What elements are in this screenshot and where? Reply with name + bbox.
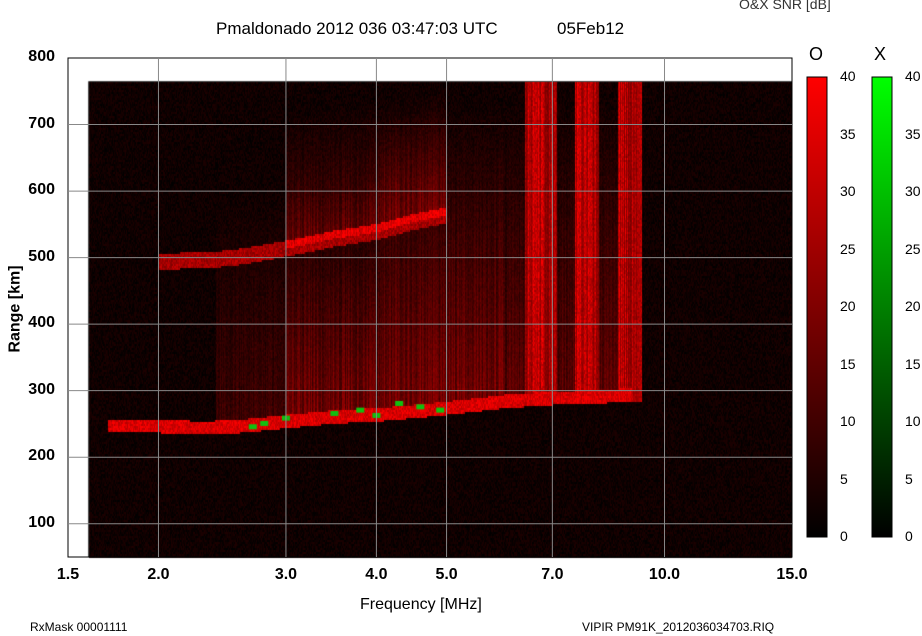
rxmask-label: RxMask 00001111 [30, 620, 128, 634]
colorbar-tick-label: 35 [905, 125, 921, 142]
colorbar-tick-label: 40 [840, 68, 856, 84]
x-tick-label: 5.0 [435, 566, 458, 583]
x-tick-label: 2.0 [147, 566, 170, 583]
x-tick-label: 10.0 [648, 566, 681, 583]
colorbar-tick-label: 5 [840, 470, 848, 487]
chart-date: 05Feb12 [557, 19, 625, 38]
colorbar-x [871, 76, 893, 538]
x-tick-label: 7.0 [541, 566, 564, 583]
colorbar-tick-label: 15 [905, 355, 921, 372]
colorbar-tick-label: 25 [840, 240, 856, 257]
x-axis-label: Frequency [MHz] [360, 596, 482, 613]
y-tick-label: 600 [28, 181, 55, 199]
chart-title: Pmaldonado 2012 036 03:47:03 UTC [216, 19, 498, 38]
y-tick-label: 300 [28, 380, 55, 398]
y-tick-label: 500 [28, 247, 55, 265]
x-tick-label: 4.0 [365, 566, 388, 583]
colorbar-tick-label: 15 [840, 355, 856, 372]
colorbar-tick-label: 0 [905, 528, 913, 544]
snr-label: O&X SNR [dB] [739, 0, 831, 12]
colorbar-tick-label: 5 [905, 470, 913, 487]
y-tick-label: 100 [28, 513, 55, 531]
colorbar-tick-label: 40 [905, 68, 921, 84]
y-tick-label: 700 [28, 114, 55, 132]
colorbar-tick-label: 20 [840, 298, 856, 314]
chart-axes [67, 57, 893, 558]
colorbar-tick-label: 10 [840, 413, 856, 429]
plot-frame [67, 57, 793, 558]
ionogram-heatmap [0, 0, 922, 636]
colorbar-o [806, 76, 828, 538]
filename-label: VIPIR PM91K_2012036034703.RIQ [582, 620, 775, 634]
colorbar-tick-label: 25 [905, 240, 921, 257]
y-tick-label: 200 [28, 447, 55, 465]
y-axis-label: Range [km] [6, 265, 24, 353]
colorbar-title-o: O [809, 44, 824, 64]
colorbar-tick-label: 20 [905, 298, 921, 314]
colorbar-tick-label: 10 [905, 413, 921, 429]
y-tick-label: 400 [28, 314, 55, 332]
x-tick-label: 15.0 [776, 566, 808, 583]
y-tick-label: 800 [28, 48, 55, 65]
colorbar-title-x: X [874, 44, 887, 64]
colorbar-tick-label: 0 [840, 528, 848, 544]
x-tick-label: 3.0 [274, 566, 298, 583]
colorbar-tick-label: 30 [840, 183, 856, 199]
colorbar-tick-label: 35 [840, 125, 856, 142]
x-tick-label: 1.5 [56, 566, 80, 583]
colorbar-tick-label: 30 [905, 183, 921, 199]
